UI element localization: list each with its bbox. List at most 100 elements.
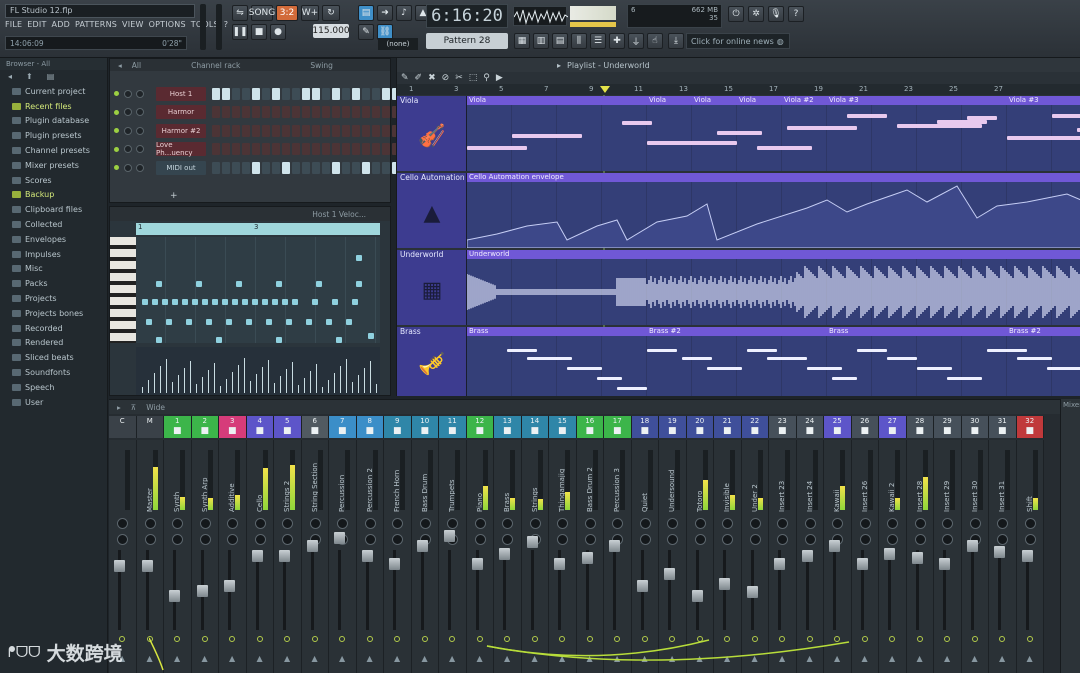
step-button[interactable] bbox=[252, 106, 260, 118]
browser-item[interactable]: Current project bbox=[0, 84, 107, 99]
menu-help[interactable]: ? bbox=[224, 20, 228, 32]
volume-knob[interactable] bbox=[136, 89, 144, 98]
song-position-clock[interactable]: 6:16:20 bbox=[426, 4, 508, 28]
stereo-knob[interactable] bbox=[502, 534, 513, 545]
power-icon[interactable]: ⏻ bbox=[728, 6, 744, 22]
automation-curve[interactable] bbox=[467, 182, 1080, 248]
mixer-track-number[interactable]: 18 ■ bbox=[631, 416, 659, 438]
note[interactable] bbox=[306, 319, 312, 325]
note[interactable] bbox=[142, 299, 148, 305]
mixer-strip[interactable]: Insert 29 ▲ bbox=[934, 440, 962, 673]
step-button[interactable] bbox=[252, 124, 260, 137]
note[interactable] bbox=[346, 319, 352, 325]
mixer-track-number[interactable]: 1 ■ bbox=[164, 416, 192, 438]
note[interactable] bbox=[162, 299, 168, 305]
pan-knob[interactable] bbox=[117, 518, 128, 529]
step-button[interactable] bbox=[382, 124, 390, 137]
note[interactable] bbox=[246, 319, 252, 325]
step-button[interactable] bbox=[342, 124, 350, 137]
stereo-knob[interactable] bbox=[804, 534, 816, 545]
stereo-knob[interactable] bbox=[392, 534, 403, 545]
pan-knob[interactable] bbox=[227, 518, 238, 529]
pan-knob[interactable] bbox=[997, 518, 1008, 529]
step-button[interactable] bbox=[312, 124, 320, 137]
browser-item[interactable]: Scores bbox=[0, 173, 107, 188]
volume-fader[interactable] bbox=[994, 546, 1005, 558]
velocity-bar[interactable] bbox=[202, 377, 203, 393]
step-button[interactable] bbox=[282, 161, 290, 174]
mixer-track-number[interactable]: 16 ■ bbox=[576, 416, 604, 438]
volume-fader[interactable] bbox=[719, 578, 730, 590]
mixer-track-number[interactable]: 26 ■ bbox=[851, 416, 879, 438]
note[interactable] bbox=[352, 299, 358, 305]
step-button[interactable] bbox=[362, 161, 370, 174]
route-arrow-icon[interactable]: ▲ bbox=[1027, 654, 1033, 663]
step-button[interactable] bbox=[292, 106, 300, 118]
volume-fader-track[interactable] bbox=[283, 550, 286, 630]
step-button[interactable] bbox=[262, 87, 270, 100]
step-button[interactable] bbox=[262, 161, 270, 174]
pan-knob[interactable] bbox=[124, 126, 132, 135]
step-button[interactable] bbox=[222, 106, 230, 118]
step-button[interactable] bbox=[302, 124, 310, 137]
stereo-knob[interactable] bbox=[667, 534, 678, 545]
step-button[interactable] bbox=[362, 143, 370, 155]
pan-knob[interactable] bbox=[942, 518, 953, 529]
mixer-track-number[interactable]: 25 ■ bbox=[824, 416, 852, 438]
note[interactable] bbox=[222, 299, 228, 305]
step-button[interactable] bbox=[372, 106, 380, 118]
track-header[interactable]: Cello Automation ▲ bbox=[397, 173, 467, 248]
stereo-knob[interactable] bbox=[557, 534, 568, 545]
note[interactable] bbox=[166, 319, 172, 325]
note[interactable] bbox=[202, 299, 208, 305]
browser-item[interactable]: Recent files bbox=[0, 99, 107, 114]
mixer-track-number[interactable]: C bbox=[109, 416, 137, 438]
mixer-track-number[interactable]: 24 ■ bbox=[796, 416, 824, 438]
velocity-bar[interactable] bbox=[256, 374, 257, 393]
volume-fader-track[interactable] bbox=[420, 550, 424, 630]
mixer-track-number[interactable]: 7 ■ bbox=[329, 416, 357, 438]
velocity-bar[interactable] bbox=[196, 384, 197, 393]
send-led[interactable] bbox=[1026, 636, 1033, 642]
volume-fader[interactable] bbox=[856, 558, 868, 570]
channel-row[interactable]: Host 1 bbox=[114, 85, 410, 102]
step-button[interactable] bbox=[272, 87, 280, 100]
mixer-pin-icon[interactable]: ⊼ bbox=[131, 403, 137, 412]
pan-knob[interactable] bbox=[584, 518, 596, 529]
pan-knob[interactable] bbox=[1024, 518, 1036, 529]
step-button[interactable] bbox=[352, 143, 360, 155]
volume-fader-track[interactable] bbox=[805, 550, 809, 630]
note[interactable] bbox=[316, 281, 322, 287]
mixer-view-label[interactable]: Wide bbox=[146, 403, 165, 412]
volume-fader[interactable] bbox=[664, 568, 675, 580]
select-tool-icon[interactable]: ⬚ bbox=[469, 73, 478, 83]
volume-fader-track[interactable] bbox=[998, 550, 1001, 630]
step-button[interactable] bbox=[252, 161, 260, 174]
velocity-bar[interactable] bbox=[328, 380, 329, 393]
audio-waveform[interactable] bbox=[467, 259, 1080, 325]
volume-fader[interactable] bbox=[691, 590, 703, 602]
step-button[interactable] bbox=[372, 143, 380, 155]
browser-item[interactable]: Packs bbox=[0, 276, 107, 291]
velocity-bar[interactable] bbox=[250, 381, 251, 393]
velocity-bar[interactable] bbox=[274, 383, 275, 393]
pan-knob[interactable] bbox=[199, 518, 211, 529]
touch-controller-icon[interactable]: ⏚ bbox=[628, 33, 644, 49]
velocity-bar[interactable] bbox=[220, 386, 221, 393]
step-button[interactable] bbox=[382, 87, 390, 100]
step-button[interactable] bbox=[312, 161, 320, 174]
channel-name-button[interactable]: Harmor bbox=[156, 105, 206, 119]
pan-knob[interactable] bbox=[639, 518, 651, 529]
step-button[interactable] bbox=[282, 124, 290, 137]
velocity-bar[interactable] bbox=[298, 385, 299, 393]
pan-knob[interactable] bbox=[124, 145, 132, 153]
browser-window-icon[interactable]: ☰ bbox=[590, 33, 606, 49]
volume-fader-track[interactable] bbox=[503, 550, 506, 630]
volume-fader[interactable] bbox=[224, 580, 235, 592]
velocity-bar[interactable] bbox=[172, 382, 173, 393]
pan-knob[interactable] bbox=[832, 518, 843, 529]
stereo-knob[interactable] bbox=[997, 534, 1008, 545]
volume-fader[interactable] bbox=[114, 560, 125, 572]
volume-fader[interactable] bbox=[884, 548, 895, 560]
pan-knob[interactable] bbox=[612, 518, 623, 529]
